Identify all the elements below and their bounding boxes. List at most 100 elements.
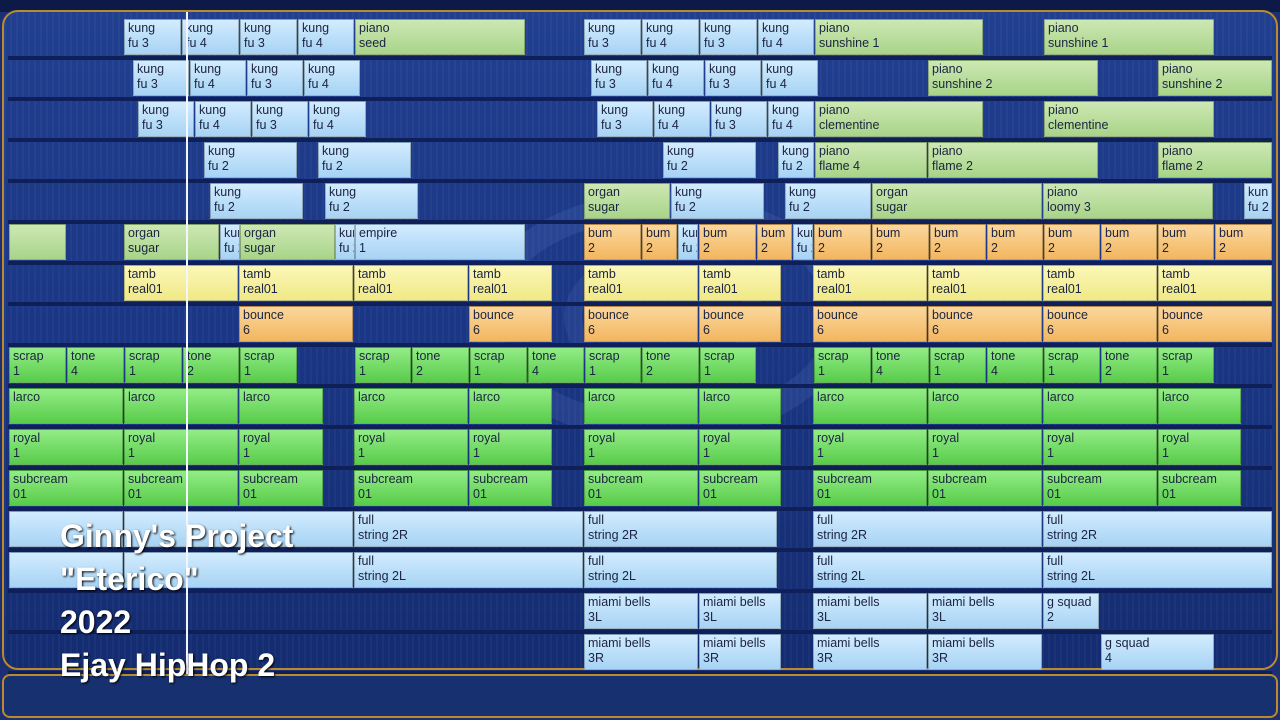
sample-block[interactable]: bounce 6 <box>699 306 781 342</box>
sample-block[interactable]: kun fu 2 <box>1244 183 1272 219</box>
sample-block[interactable]: kung fu 4 <box>758 19 814 55</box>
sample-block[interactable]: subcream 01 <box>699 470 781 506</box>
sample-block[interactable]: miami bells 3R <box>813 634 927 670</box>
sample-block[interactable]: royal 1 <box>813 429 927 465</box>
sample-block[interactable]: tamb real01 <box>699 265 781 301</box>
sample-block[interactable]: kung fu 3 <box>240 19 297 55</box>
sample-block[interactable]: piano sunshine 2 <box>1158 60 1272 96</box>
sample-block[interactable]: larco <box>469 388 552 424</box>
sample-block[interactable]: kung fu 4 <box>195 101 251 137</box>
sample-block[interactable]: bum 2 <box>642 224 677 260</box>
sample-block[interactable]: full string 2L <box>584 552 777 588</box>
sample-block[interactable]: larco <box>239 388 323 424</box>
sample-block[interactable]: kung fu 2 <box>785 183 871 219</box>
sample-block[interactable]: full string 2L <box>1043 552 1272 588</box>
sample-block[interactable]: subcream 01 <box>124 470 238 506</box>
sample-block[interactable]: tamb real01 <box>124 265 238 301</box>
sample-block[interactable]: kung fu 4 <box>190 60 246 96</box>
sample-block[interactable]: piano flame 2 <box>928 142 1098 178</box>
sample-block[interactable]: piano flame 4 <box>815 142 927 178</box>
sample-block[interactable]: kung fu 2 <box>671 183 764 219</box>
sample-block[interactable]: subcream 01 <box>1158 470 1241 506</box>
sample-block[interactable]: full string 2L <box>354 552 583 588</box>
sample-block[interactable]: tamb real01 <box>239 265 353 301</box>
sample-block[interactable]: piano seed <box>355 19 525 55</box>
sample-block[interactable]: royal 1 <box>1043 429 1157 465</box>
sample-block[interactable]: kung fu 4 <box>182 19 239 55</box>
sample-block[interactable]: bounce 6 <box>469 306 552 342</box>
sample-block[interactable]: scrap 1 <box>355 347 411 383</box>
sample-block[interactable]: tone 2 <box>183 347 239 383</box>
sample-block[interactable]: tamb real01 <box>1158 265 1272 301</box>
sample-block[interactable]: larco <box>1158 388 1241 424</box>
sample-block[interactable]: full string 2R <box>813 511 1042 547</box>
sample-block[interactable]: piano loomy 3 <box>1043 183 1213 219</box>
sample-block[interactable]: miami bells 3L <box>584 593 698 629</box>
sample-block[interactable]: bum 2 <box>1044 224 1100 260</box>
sample-block[interactable]: scrap 1 <box>125 347 182 383</box>
sample-block[interactable]: larco <box>1043 388 1157 424</box>
sample-block[interactable]: scrap 1 <box>814 347 871 383</box>
sample-block[interactable] <box>9 224 66 260</box>
sample-block[interactable]: larco <box>699 388 781 424</box>
sample-block[interactable]: tamb real01 <box>469 265 552 301</box>
sample-block[interactable]: organ sugar <box>240 224 335 260</box>
sample-block[interactable]: kung fu 3 <box>700 19 757 55</box>
sample-block[interactable]: scrap 1 <box>240 347 297 383</box>
sample-block[interactable]: kun fu 2 <box>793 224 813 260</box>
sample-block[interactable]: tamb real01 <box>813 265 927 301</box>
sample-block[interactable]: piano clementine <box>1044 101 1214 137</box>
sample-block[interactable]: kung fu 3 <box>584 19 641 55</box>
sample-block[interactable]: kun fu 2 <box>335 224 355 260</box>
sample-block[interactable]: piano sunshine 2 <box>928 60 1098 96</box>
sample-block[interactable]: bum 2 <box>699 224 756 260</box>
sample-block[interactable]: full string 2R <box>584 511 777 547</box>
sample-block[interactable]: kun fu 2 <box>678 224 698 260</box>
sample-block[interactable]: scrap 1 <box>1158 347 1214 383</box>
sample-block[interactable]: larco <box>928 388 1042 424</box>
sample-block[interactable]: tone 4 <box>67 347 124 383</box>
sample-block[interactable]: royal 1 <box>584 429 698 465</box>
sample-block[interactable]: bounce 6 <box>584 306 698 342</box>
sample-block[interactable]: piano sunshine 1 <box>815 19 983 55</box>
sample-block[interactable]: tamb real01 <box>584 265 698 301</box>
sample-block[interactable]: bum 2 <box>1158 224 1214 260</box>
sample-block[interactable]: scrap 1 <box>1044 347 1100 383</box>
sample-block[interactable]: tamb real01 <box>928 265 1042 301</box>
sample-block[interactable]: royal 1 <box>699 429 781 465</box>
sample-block[interactable]: kung fu 2 <box>318 142 411 178</box>
sample-block[interactable]: larco <box>354 388 468 424</box>
sample-block[interactable]: subcream 01 <box>354 470 468 506</box>
sample-block[interactable]: bounce 6 <box>1158 306 1272 342</box>
sample-block[interactable]: bum 2 <box>987 224 1043 260</box>
sample-block[interactable]: larco <box>124 388 238 424</box>
sample-block[interactable]: full string 2R <box>354 511 583 547</box>
sample-block[interactable]: tone 2 <box>412 347 469 383</box>
sample-block[interactable]: organ sugar <box>872 183 1042 219</box>
sample-block[interactable]: kung fu 4 <box>654 101 710 137</box>
sample-block[interactable]: g squad 2 <box>1043 593 1099 629</box>
sample-block[interactable]: royal 1 <box>354 429 468 465</box>
sample-block[interactable]: miami bells 3L <box>699 593 781 629</box>
sample-block[interactable]: tone 2 <box>642 347 699 383</box>
sample-block[interactable]: empire 1 <box>355 224 525 260</box>
sample-block[interactable]: miami bells 3R <box>928 634 1042 670</box>
sample-block[interactable]: kung fu 3 <box>705 60 761 96</box>
sample-block[interactable]: kung fu 4 <box>304 60 360 96</box>
sample-block[interactable]: piano flame 2 <box>1158 142 1272 178</box>
sample-block[interactable]: bum 2 <box>757 224 792 260</box>
sample-block[interactable]: larco <box>584 388 698 424</box>
sample-block[interactable]: bounce 6 <box>813 306 927 342</box>
sample-block[interactable]: kung fu 3 <box>591 60 647 96</box>
sample-block[interactable]: piano sunshine 1 <box>1044 19 1214 55</box>
sample-block[interactable]: organ sugar <box>584 183 670 219</box>
sample-block[interactable]: subcream 01 <box>928 470 1042 506</box>
sample-block[interactable]: miami bells 3L <box>928 593 1042 629</box>
sample-block[interactable]: kung fu 3 <box>711 101 767 137</box>
sample-block[interactable]: kung fu 4 <box>298 19 354 55</box>
sample-block[interactable]: subcream 01 <box>1043 470 1157 506</box>
sample-block[interactable]: subcream 01 <box>469 470 552 506</box>
sample-block[interactable]: kung fu 4 <box>762 60 818 96</box>
sample-block[interactable]: tamb real01 <box>1043 265 1157 301</box>
sample-block[interactable]: royal 1 <box>469 429 552 465</box>
